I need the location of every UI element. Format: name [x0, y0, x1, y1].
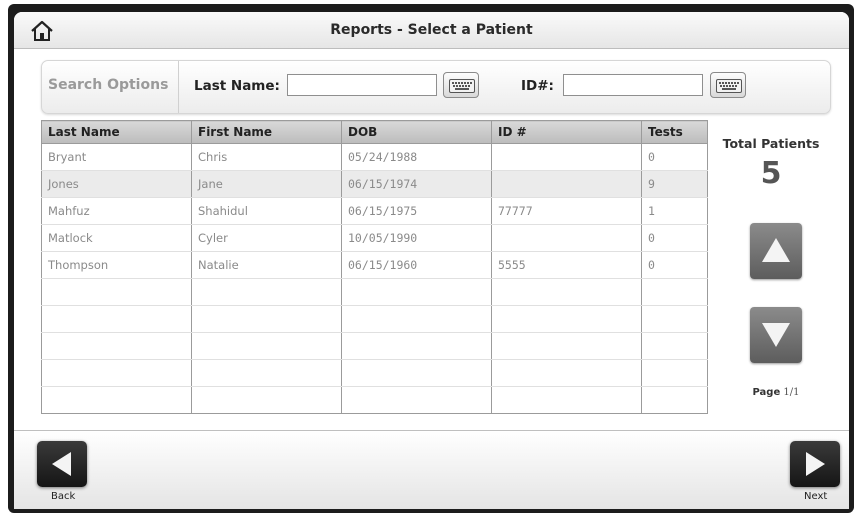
cell-dob: 06/15/1974: [341, 170, 492, 198]
cell-dob: 05/24/1988: [341, 143, 492, 171]
table-row: [41, 278, 708, 306]
cell-id: [491, 224, 642, 252]
last-name-keyboard-icon[interactable]: [443, 72, 479, 98]
cell-empty: [641, 278, 708, 306]
cell-empty: [641, 359, 708, 387]
cell-empty: [341, 278, 492, 306]
app-screen: Reports - Select a Patient Search Option…: [14, 12, 849, 509]
total-patients-count: 5: [760, 156, 782, 191]
cell-last-name: Jones: [41, 170, 192, 198]
back-button[interactable]: [37, 441, 87, 487]
cell-empty: [491, 305, 642, 333]
table-row: [41, 386, 708, 414]
page-label: Page: [752, 387, 781, 398]
cell-dob: 10/05/1990: [341, 224, 492, 252]
patient-table: Last Name First Name DOB ID # Tests Brya…: [41, 120, 708, 414]
cell-first-name: Cyler: [191, 224, 342, 252]
cell-empty: [41, 332, 192, 360]
table-row: [41, 305, 708, 333]
cell-empty: [191, 332, 342, 360]
total-patients-label: Total Patients: [722, 136, 820, 151]
cell-id: [491, 170, 642, 198]
search-options-text: Search Options: [48, 77, 169, 93]
cell-empty: [341, 386, 492, 414]
arrow-up-icon: [762, 238, 790, 262]
page-value: 1/1: [783, 387, 800, 398]
cell-dob: 06/15/1975: [341, 197, 492, 225]
cell-empty: [491, 359, 642, 387]
cell-empty: [491, 332, 642, 360]
cell-first-name: Chris: [191, 143, 342, 171]
next-button[interactable]: [790, 441, 840, 487]
cell-empty: [41, 305, 192, 333]
back-label: Back: [51, 491, 76, 502]
scroll-down-button[interactable]: [750, 307, 802, 363]
cell-id: [491, 143, 642, 171]
cell-tests: 0: [641, 224, 708, 252]
table-row[interactable]: Thompson Natalie 06/15/1960 5555 0: [41, 251, 708, 279]
table-row: [41, 332, 708, 360]
search-panel: Search Options Last Name: ID#:: [41, 60, 831, 114]
cell-last-name: Mahfuz: [41, 197, 192, 225]
cell-last-name: Matlock: [41, 224, 192, 252]
table-row[interactable]: Bryant Chris 05/24/1988 0: [41, 143, 708, 171]
cell-empty: [341, 332, 492, 360]
col-tests[interactable]: Tests: [641, 120, 708, 144]
cell-empty: [641, 305, 708, 333]
last-name-input[interactable]: [287, 74, 437, 96]
cell-empty: [191, 278, 342, 306]
cell-empty: [41, 386, 192, 414]
cell-first-name: Shahidul: [191, 197, 342, 225]
table-header-row: Last Name First Name DOB ID # Tests: [41, 120, 708, 144]
page-title: Reports - Select a Patient: [330, 22, 533, 38]
cell-last-name: Bryant: [41, 143, 192, 171]
cell-empty: [641, 332, 708, 360]
cell-tests: 9: [641, 170, 708, 198]
next-label: Next: [804, 491, 828, 502]
page-indicator: Page 1/1: [721, 387, 831, 398]
id-label: ID#:: [521, 78, 554, 94]
id-input[interactable]: [563, 74, 703, 96]
scroll-up-button[interactable]: [750, 223, 802, 279]
cell-id: 5555: [491, 251, 642, 279]
cell-first-name: Natalie: [191, 251, 342, 279]
table-row: [41, 359, 708, 387]
col-first-name[interactable]: First Name: [191, 120, 342, 144]
search-options-label: Search Options: [42, 61, 179, 113]
last-name-label: Last Name:: [194, 78, 280, 94]
cell-tests: 0: [641, 251, 708, 279]
title-bar: Reports - Select a Patient: [14, 12, 849, 49]
cell-tests: 0: [641, 143, 708, 171]
arrow-left-icon: [52, 452, 71, 476]
cell-empty: [191, 386, 342, 414]
cell-empty: [191, 359, 342, 387]
col-last-name[interactable]: Last Name: [41, 120, 192, 144]
cell-empty: [191, 305, 342, 333]
col-id[interactable]: ID #: [491, 120, 642, 144]
cell-empty: [41, 278, 192, 306]
cell-empty: [491, 386, 642, 414]
cell-empty: [41, 359, 192, 387]
table-row[interactable]: Matlock Cyler 10/05/1990 0: [41, 224, 708, 252]
bottom-bar: Back Next: [14, 430, 849, 509]
cell-last-name: Thompson: [41, 251, 192, 279]
cell-empty: [341, 359, 492, 387]
cell-id: 77777: [491, 197, 642, 225]
cell-tests: 1: [641, 197, 708, 225]
table-row[interactable]: Jones Jane 06/15/1974 9: [41, 170, 708, 198]
cell-first-name: Jane: [191, 170, 342, 198]
cell-dob: 06/15/1960: [341, 251, 492, 279]
table-row[interactable]: Mahfuz Shahidul 06/15/1975 77777 1: [41, 197, 708, 225]
cell-empty: [341, 305, 492, 333]
id-keyboard-icon[interactable]: [710, 72, 746, 98]
cell-empty: [491, 278, 642, 306]
cell-empty: [641, 386, 708, 414]
arrow-down-icon: [762, 323, 790, 347]
arrow-right-icon: [806, 452, 825, 476]
col-dob[interactable]: DOB: [341, 120, 492, 144]
